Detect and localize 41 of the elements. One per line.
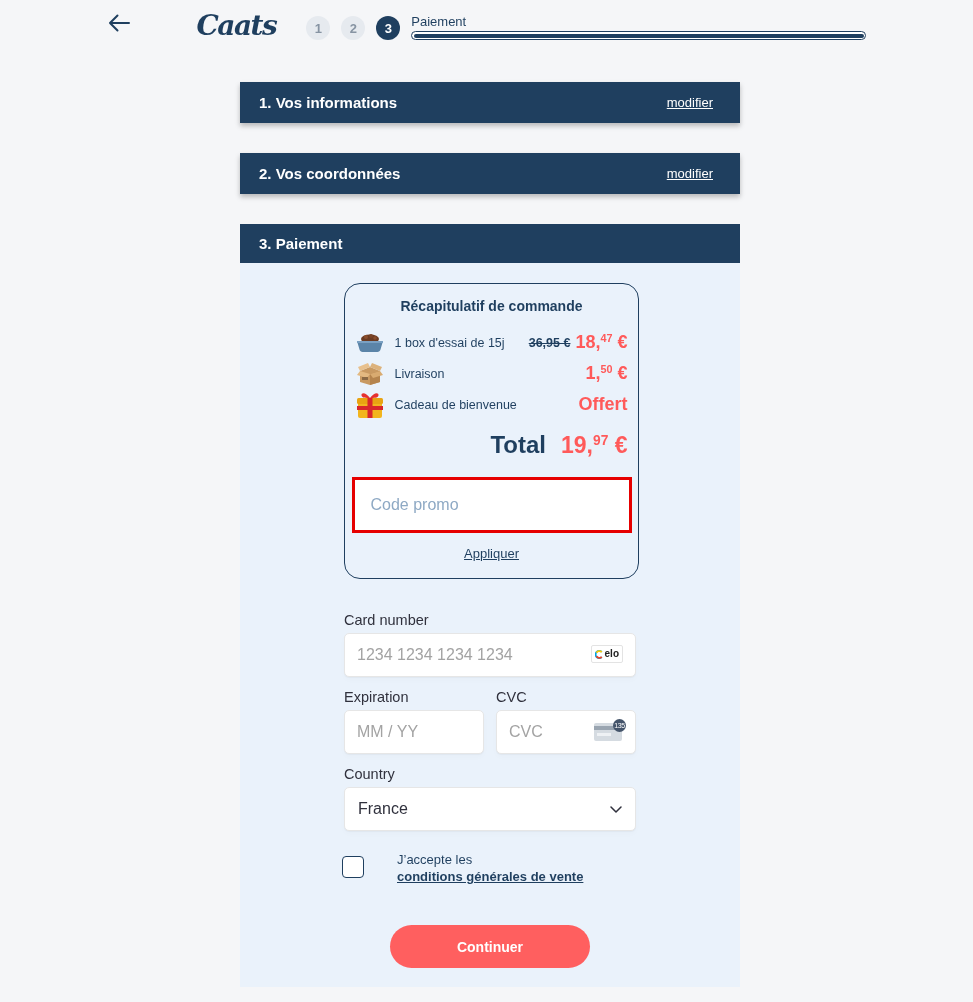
- old-price: 36,95 €: [528, 335, 571, 350]
- section-header[interactable]: 3. Paiement: [240, 224, 740, 263]
- apply-link[interactable]: Appliquer: [464, 545, 519, 563]
- field-label: CVC: [496, 688, 528, 706]
- step-indicator: 2: [341, 16, 366, 40]
- cardboard-box-icon: [355, 362, 384, 385]
- terms-checkbox[interactable]: [342, 856, 364, 878]
- step-indicator: 1: [306, 16, 331, 40]
- step-indicator: 3: [376, 16, 401, 40]
- expiration-field[interactable]: MM / YY: [344, 710, 484, 754]
- item-label: Cadeau de bienvenue: [394, 397, 518, 412]
- total-price: 19,$^{97}$ €: [560, 431, 628, 459]
- section-header[interactable]: 1. Vos informations modifier: [240, 82, 740, 123]
- item-price: Offert: [578, 394, 628, 415]
- section-title: 3. Paiement: [259, 233, 343, 254]
- summary-title: Récapitulatif de commande: [399, 297, 584, 316]
- terms-link[interactable]: conditions générales de vente: [397, 868, 584, 885]
- item-label: 1 box d'essai de 15j: [394, 335, 506, 350]
- brand-name: elo: [604, 648, 619, 660]
- item-label: Livraison: [394, 366, 446, 381]
- field-label: Card number: [344, 611, 430, 629]
- gift-icon: [355, 390, 384, 419]
- modify-link[interactable]: modifier: [666, 166, 713, 181]
- step-label: Paiement: [411, 14, 468, 29]
- field-label: Expiration: [344, 688, 410, 706]
- back-arrow-icon[interactable]: [107, 14, 130, 32]
- section-title: 1. Vos informations: [259, 92, 398, 113]
- chevron-down-icon: [610, 805, 622, 813]
- ring-icon: [594, 649, 604, 659]
- terms-text: J’accepte les: [397, 851, 474, 868]
- food-bowl-icon: [355, 333, 384, 352]
- logo: Caats: [196, 10, 277, 42]
- section-header[interactable]: 2. Vos coordonnées modifier: [240, 153, 740, 194]
- modify-link[interactable]: modifier: [666, 95, 713, 110]
- promo-code-field[interactable]: Code promo: [351, 477, 632, 533]
- field-label: Country: [344, 765, 396, 783]
- total-label: Total: [490, 431, 546, 459]
- item-price: 1,$^{50}$ €: [585, 363, 628, 384]
- item-price: 18,$^{47}$ €: [575, 332, 628, 353]
- section-title: 2. Vos coordonnées: [259, 163, 401, 184]
- country-select[interactable]: France: [344, 787, 636, 831]
